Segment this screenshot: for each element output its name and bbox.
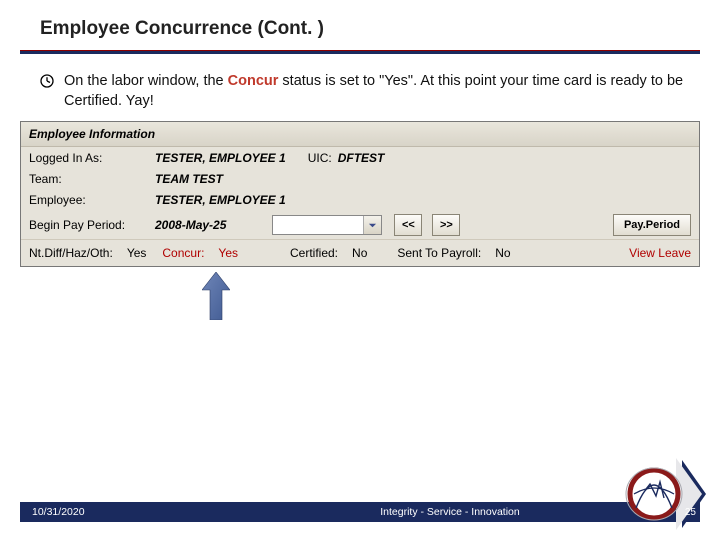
clock-icon bbox=[40, 74, 54, 88]
team-label: Team: bbox=[29, 172, 149, 186]
payroll-value: No bbox=[495, 246, 510, 260]
pay-period-dropdown[interactable] bbox=[272, 215, 382, 235]
arrow-up-icon bbox=[202, 272, 230, 320]
concur-label: Concur: bbox=[162, 246, 204, 260]
slide-title: Employee Concurrence (Cont. ) bbox=[0, 0, 720, 50]
page-number: 25 bbox=[685, 507, 696, 518]
pay-period-button[interactable]: Pay.Period bbox=[613, 214, 691, 236]
concur-value: Yes bbox=[218, 246, 238, 260]
uic-value: DFTEST bbox=[338, 151, 385, 165]
next-button[interactable]: >> bbox=[432, 214, 460, 236]
row-team: Team: TEAM TEST bbox=[21, 168, 699, 189]
callout-arrow bbox=[202, 272, 230, 320]
panel-header: Employee Information bbox=[21, 122, 699, 147]
employee-value: TESTER, EMPLOYEE 1 bbox=[155, 193, 286, 207]
pay-period-label: Begin Pay Period: bbox=[29, 218, 149, 232]
row-status: Nt.Diff/Haz/Oth: Yes Concur: Yes Certifi… bbox=[21, 239, 699, 266]
body-area: On the labor window, the Concur status i… bbox=[0, 54, 720, 111]
footer-date: 10/31/2020 bbox=[20, 506, 200, 518]
row-pay-period: Begin Pay Period: 2008-May-25 << >> Pay.… bbox=[21, 210, 699, 239]
dfas-logo bbox=[616, 454, 706, 534]
view-leave-link[interactable]: View Leave bbox=[629, 246, 691, 260]
logged-in-value: TESTER, EMPLOYEE 1 bbox=[155, 151, 286, 165]
employee-info-panel: Employee Information Logged In As: TESTE… bbox=[20, 121, 700, 267]
pay-period-value: 2008-May-25 bbox=[155, 218, 226, 232]
bullet-text: On the labor window, the Concur status i… bbox=[64, 72, 690, 111]
uic-label: UIC: bbox=[308, 151, 332, 165]
bullet-pre: On the labor window, the bbox=[64, 73, 228, 89]
body-bullet: On the labor window, the Concur status i… bbox=[40, 72, 690, 111]
logged-in-label: Logged In As: bbox=[29, 151, 149, 165]
ndh-label: Nt.Diff/Haz/Oth: bbox=[29, 246, 113, 260]
certified-label: Certified: bbox=[290, 246, 338, 260]
ndh-value: Yes bbox=[127, 246, 147, 260]
payroll-label: Sent To Payroll: bbox=[397, 246, 481, 260]
row-logged-in: Logged In As: TESTER, EMPLOYEE 1 UIC: DF… bbox=[21, 147, 699, 168]
bullet-highlight: Concur bbox=[228, 73, 279, 89]
certified-value: No bbox=[352, 246, 367, 260]
team-value: TEAM TEST bbox=[155, 172, 223, 186]
employee-label: Employee: bbox=[29, 193, 149, 207]
row-employee: Employee: TESTER, EMPLOYEE 1 bbox=[21, 189, 699, 210]
chevron-down-icon[interactable] bbox=[363, 216, 381, 234]
footer-bar: 10/31/2020 Integrity - Service - Innovat… bbox=[20, 502, 700, 522]
prev-button[interactable]: << bbox=[394, 214, 422, 236]
